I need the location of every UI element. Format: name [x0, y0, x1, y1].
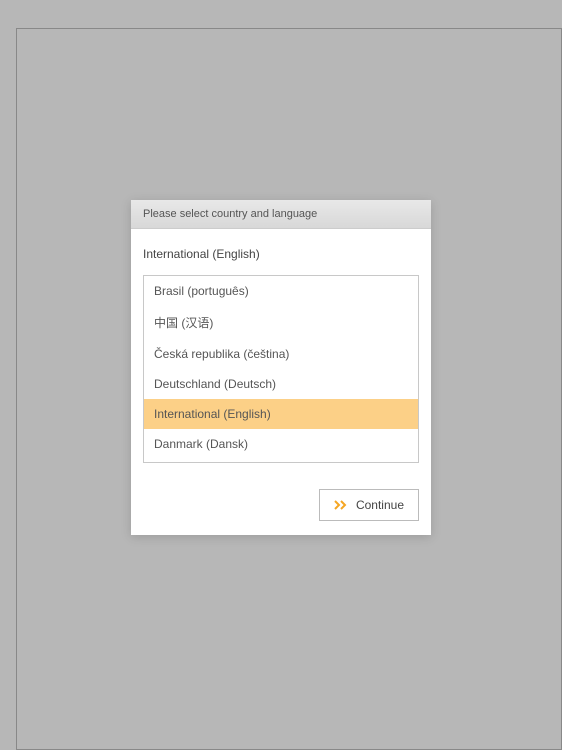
list-item[interactable]: Deutschland (Deutsch)	[144, 369, 418, 399]
language-selection-modal: Please select country and language Inter…	[131, 200, 431, 535]
chevron-right-double-icon	[334, 500, 350, 510]
modal-footer: Continue	[131, 475, 431, 535]
continue-button-label: Continue	[356, 498, 404, 512]
modal-body: International (English) Brasil (portuguê…	[131, 229, 431, 475]
list-item[interactable]: 中国 (汉语)	[144, 306, 418, 339]
modal-title: Please select country and language	[143, 208, 317, 220]
modal-header: Please select country and language	[131, 200, 431, 229]
list-item[interactable]: Danmark (Dansk)	[144, 429, 418, 459]
list-item-selected[interactable]: International (English)	[144, 399, 418, 429]
language-list[interactable]: Brasil (português) 中国 (汉语) Česká republi…	[143, 275, 419, 463]
list-item[interactable]: Brasil (português)	[144, 276, 418, 306]
selected-language-display: International (English)	[143, 241, 419, 275]
continue-button[interactable]: Continue	[319, 489, 419, 521]
list-item[interactable]: España (Español)	[144, 459, 418, 463]
list-item[interactable]: Česká republika (čeština)	[144, 339, 418, 369]
